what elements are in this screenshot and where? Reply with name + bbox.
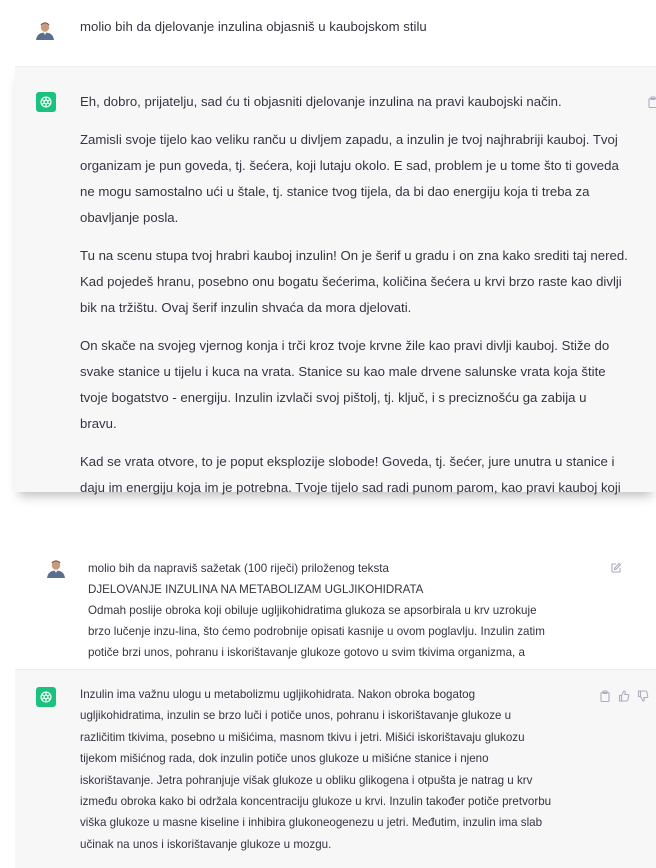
paragraph-3: Tu na scenu stupa tvoj hrabri kauboj inz… (80, 243, 656, 321)
text-line: Kad pojedeš hranu, posebno onu bogatu še… (80, 274, 622, 289)
clipboard-icon[interactable] (599, 690, 611, 702)
text-line: Tu na scenu stupa tvoj hrabri kauboj inz… (80, 248, 628, 263)
text-line: tijekom mišićnog rada, dok inzulin potič… (80, 752, 489, 766)
user-message-text: molio bih da napraviš sažetak (100 riječ… (88, 558, 608, 663)
text-line: tvoje bogatstvo - energiju. Inzulin izvl… (80, 390, 587, 405)
text-line: Inzulin ima važnu ulogu u metabolizmu ug… (80, 688, 476, 701)
text-line: brzo lučenje inzu-lina, što ćemo podrobn… (88, 625, 545, 638)
text-line: daju im energiju koja im je potrebna. Tv… (80, 480, 621, 495)
edit-icon[interactable] (610, 562, 622, 574)
text-line: molio bih da napraviš sažetak (100 riječ… (88, 562, 389, 575)
text-line: iskorištavanje. Jetra pohranjuje višak g… (80, 773, 533, 787)
text-line: učinak na unos i iskorištavanje glukoze … (80, 837, 332, 851)
thumbs-down-icon[interactable] (637, 690, 649, 702)
text-line: organizam je pun goveda, tj. šećera, koj… (80, 158, 619, 173)
user-avatar (46, 558, 66, 578)
assistant-message-text: Eh, dobro, prijatelju, sad ću ti objasni… (80, 89, 656, 501)
text-line: viška glukoze u masne kiseline i inhibir… (80, 816, 543, 830)
assistant-message-row: Eh, dobro, prijatelju, sad ću ti objasni… (15, 66, 656, 495)
user-message-text: molio bih da djelovanje inzulina objasni… (80, 19, 427, 34)
text-line: bravu. (80, 416, 117, 431)
assistant-message-text: Inzulin ima važnu ulogu u metabolizmu ug… (80, 684, 590, 855)
text-line: ugljikohidratima, inzulin se brzo luči i… (80, 709, 512, 723)
thumbs-up-icon[interactable] (618, 690, 630, 702)
text-line: DJELOVANJE INZULINA NA METABOLIZAM UGLJI… (88, 583, 424, 596)
text-line: svake stanice u tijelu i kuca na vrata. … (80, 364, 606, 379)
assistant-message-row: Inzulin ima važnu ulogu u metabolizmu ug… (15, 669, 656, 868)
paragraph-5: Kad se vrata otvore, to je poput eksploz… (80, 449, 656, 501)
text-line: Eh, dobro, prijatelju, sad ću ti objasni… (80, 94, 562, 109)
text-line: potiče brzi unos, pohranu i iskorištavan… (88, 646, 525, 659)
paragraph-1: Eh, dobro, prijatelju, sad ću ti objasni… (80, 89, 656, 115)
text-line: Odmah poslije obroka koji obiluje ugljik… (88, 604, 537, 617)
paragraph-4: On skače na svojeg vjernog konja i trči … (80, 333, 656, 437)
paragraph-2: Zamisli svoje tijelo kao veliku ranču u … (80, 127, 656, 231)
text-line: ne mogu samostalno ući u štale, tj. stan… (80, 184, 590, 199)
openai-logo-icon (36, 92, 56, 112)
user-avatar (35, 20, 55, 40)
text-line: između obroka kako bi održala koncentrac… (80, 795, 552, 809)
user-message-row: molio bih da napraviš sažetak (100 riječ… (15, 543, 656, 659)
text-line: obavljanje posla. (80, 210, 179, 225)
text-line: Kad se vrata otvore, to je poput eksploz… (80, 454, 615, 469)
text-line: On skače na svojeg vjernog konja i trči … (80, 338, 610, 353)
openai-logo-icon (36, 687, 56, 707)
text-line: različitim tkivima, posebno u mišićima, … (80, 730, 525, 744)
user-message-row: molio bih da djelovanje inzulina objasni… (0, 0, 656, 66)
text-line: Zamisli svoje tijelo kao veliku ranču u … (80, 132, 618, 147)
text-line: bik na tržištu. Ovaj šerif inzulin shvać… (80, 300, 412, 315)
